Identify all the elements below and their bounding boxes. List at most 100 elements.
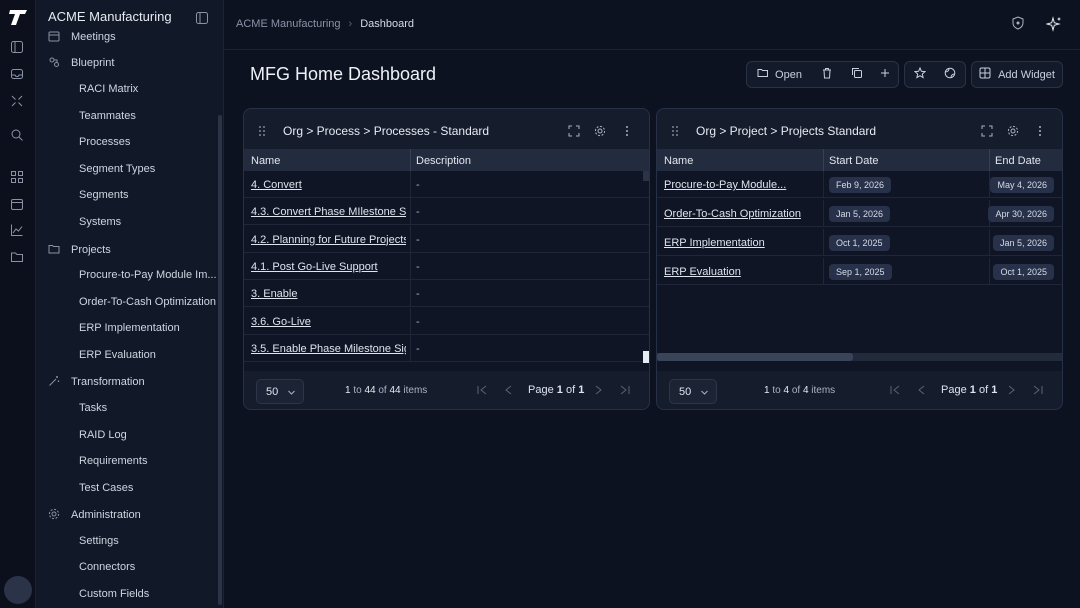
column-divider[interactable]: [823, 149, 824, 171]
table-row[interactable]: 4.3. Convert Phase MIlestone Sig...-: [244, 198, 649, 226]
more-icon[interactable]: [1034, 124, 1046, 136]
app-logo-icon[interactable]: [7, 8, 29, 28]
page-size-select[interactable]: 50: [256, 379, 304, 404]
table-row[interactable]: 3.5. Enable Phase Milestone Sign...-: [244, 334, 649, 362]
sidebar-item-custom-fields[interactable]: Custom Fields: [79, 583, 219, 605]
sidebar-item-teammates[interactable]: Teammates: [79, 105, 219, 127]
sidebar-item-systems[interactable]: Systems: [79, 211, 219, 233]
table-row[interactable]: 4. Convert -: [244, 171, 649, 198]
column-header-name[interactable]: Name: [664, 155, 693, 167]
sidebar-item-label: Blueprint: [71, 57, 115, 69]
sidebar-item-segments[interactable]: Segments: [79, 184, 219, 206]
copy-icon: [851, 67, 863, 82]
sidebar-section-projects[interactable]: Projects: [48, 239, 218, 261]
sidebar-section-blueprint[interactable]: Blueprint: [48, 52, 218, 74]
vertical-scrollbar-thumb[interactable]: [643, 351, 649, 363]
column-header-description[interactable]: Description: [416, 155, 471, 167]
drag-handle-icon[interactable]: [671, 124, 679, 136]
apps-icon[interactable]: [10, 170, 26, 186]
add-button[interactable]: [872, 62, 898, 87]
previous-page-icon[interactable]: [502, 384, 514, 396]
sidebar-item-raci-matrix[interactable]: RACI Matrix: [79, 78, 219, 100]
column-divider[interactable]: [989, 149, 990, 171]
sidebar-section-meetings[interactable]: Meetings: [48, 26, 218, 48]
table-row[interactable]: Order-To-Cash Optimization Jan 5, 2026 Apr…: [657, 200, 1062, 227]
sidebar-item-test-cases[interactable]: Test Cases: [79, 477, 219, 499]
sidebar-item-processes[interactable]: Processes: [79, 131, 219, 153]
sidebar-item-label: ERP Implementation: [79, 322, 180, 334]
sidebar-scrollbar[interactable]: [218, 115, 222, 605]
column-header-name[interactable]: Name: [251, 155, 280, 167]
page-title: MFG Home Dashboard: [250, 64, 437, 84]
last-page-icon[interactable]: [1032, 384, 1044, 396]
shield-icon[interactable]: [1011, 16, 1027, 32]
sidebar-item-raid-log[interactable]: RAID Log: [79, 424, 219, 446]
folder-icon[interactable]: [10, 250, 26, 266]
duplicate-button[interactable]: [842, 62, 872, 87]
collapse-sidebar-icon[interactable]: [196, 11, 208, 24]
sidebar-item-erp-evaluation[interactable]: ERP Evaluation: [79, 344, 219, 366]
chart-icon[interactable]: [10, 223, 26, 239]
previous-page-icon[interactable]: [915, 384, 927, 396]
sidebar-item-tasks[interactable]: Tasks: [79, 397, 219, 419]
expand-icon[interactable]: [10, 94, 26, 110]
sidebar-item-erp-implementation[interactable]: ERP Implementation: [79, 317, 219, 339]
process-name-link[interactable]: 4.3. Convert Phase MIlestone Sig...: [251, 206, 406, 218]
calendar-icon[interactable]: [10, 197, 26, 213]
process-name-link[interactable]: 4. Convert: [251, 179, 406, 191]
vertical-scrollbar[interactable]: [643, 171, 649, 181]
process-name-link[interactable]: 3. Enable: [251, 288, 406, 300]
sidebar-item-order-to-cash-optimization[interactable]: Order-To-Cash Optimization: [79, 291, 219, 313]
last-page-icon[interactable]: [619, 384, 631, 396]
page-size-select[interactable]: 50: [669, 379, 717, 404]
search-icon[interactable]: [10, 128, 26, 144]
sidebar-item-settings[interactable]: Settings: [79, 530, 219, 552]
next-page-icon[interactable]: [1006, 384, 1018, 396]
org-name[interactable]: ACME Manufacturing: [48, 9, 172, 24]
project-name-link[interactable]: ERP Implementation: [664, 237, 819, 249]
process-name-link[interactable]: 3.5. Enable Phase Milestone Sign...: [251, 343, 406, 355]
inbox-icon[interactable]: [10, 67, 26, 83]
process-name-link[interactable]: 4.2. Planning for Future Projects: [251, 234, 406, 246]
add-widget-button[interactable]: Add Widget: [972, 62, 1062, 87]
table-row[interactable]: 4.1. Post Go-Live Support -: [244, 252, 649, 280]
sidebar-item-segment-types[interactable]: Segment Types: [79, 158, 219, 180]
table-row[interactable]: 3.6. Go-Live -: [244, 307, 649, 335]
project-name-link[interactable]: Procure-to-Pay Module...: [664, 179, 819, 191]
horizontal-scrollbar-thumb[interactable]: [657, 353, 853, 361]
favorite-button[interactable]: [905, 62, 935, 87]
column-divider[interactable]: [410, 149, 411, 171]
first-page-icon[interactable]: [889, 384, 901, 396]
gear-icon[interactable]: [1007, 124, 1019, 137]
panel-icon[interactable]: [10, 40, 26, 56]
share-button[interactable]: [935, 62, 965, 87]
sparkle-icon[interactable]: [1045, 16, 1062, 32]
first-page-icon[interactable]: [476, 384, 488, 396]
horizontal-scrollbar[interactable]: [657, 353, 1062, 361]
sidebar-section-transformation[interactable]: Transformation: [48, 371, 218, 393]
table-row[interactable]: ERP Evaluation Sep 1, 2025 Oct 1, 2025: [657, 258, 1062, 285]
column-header-end-date[interactable]: End Date: [995, 155, 1041, 167]
table-row[interactable]: ERP Implementation Oct 1, 2025 Jan 5, 2026: [657, 229, 1062, 256]
column-header-start-date[interactable]: Start Date: [829, 155, 879, 167]
fullscreen-icon[interactable]: [568, 124, 580, 137]
sidebar-item-procure-to-pay-module-im[interactable]: Procure-to-Pay Module Im...: [79, 264, 219, 286]
next-page-icon[interactable]: [593, 384, 605, 396]
sidebar-item-requirements[interactable]: Requirements: [79, 450, 219, 472]
table-row[interactable]: Procure-to-Pay Module... Feb 9, 2026 May 4…: [657, 171, 1062, 198]
more-icon[interactable]: [621, 124, 633, 136]
delete-button[interactable]: [812, 62, 842, 87]
table-row[interactable]: 4.2. Planning for Future Projects -: [244, 225, 649, 253]
drag-handle-icon[interactable]: [258, 124, 266, 136]
open-button[interactable]: Open: [747, 62, 812, 87]
process-name-link[interactable]: 3.6. Go-Live: [251, 316, 406, 328]
project-name-link[interactable]: ERP Evaluation: [664, 266, 819, 278]
breadcrumb-org[interactable]: ACME Manufacturing: [236, 18, 341, 30]
gear-icon[interactable]: [594, 124, 606, 137]
sidebar-section-administration[interactable]: Administration: [48, 504, 218, 526]
fullscreen-icon[interactable]: [981, 124, 993, 137]
table-row[interactable]: 3. Enable -: [244, 280, 649, 308]
sidebar-item-connectors[interactable]: Connectors: [79, 556, 219, 578]
process-name-link[interactable]: 4.1. Post Go-Live Support: [251, 261, 406, 273]
project-name-link[interactable]: Order-To-Cash Optimization: [664, 208, 819, 220]
